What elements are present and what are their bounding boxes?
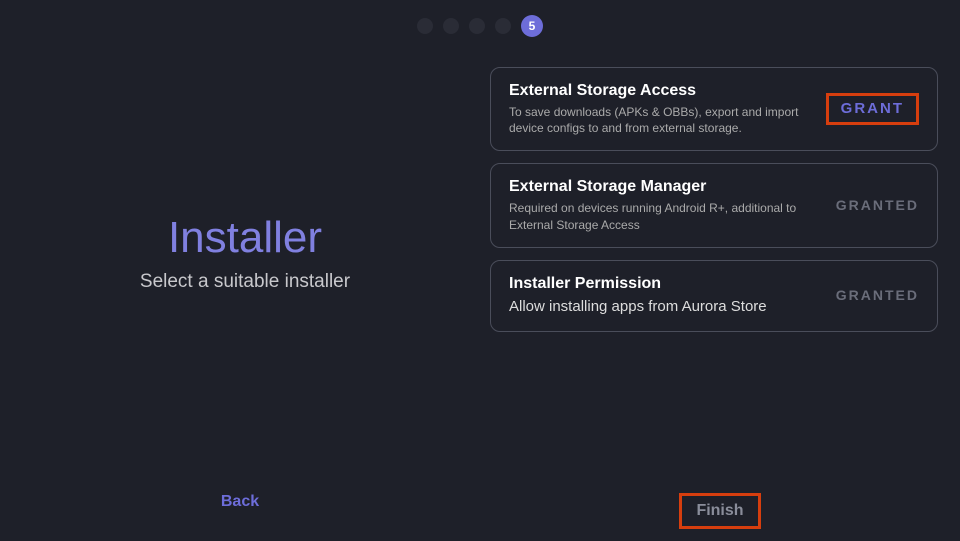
page-title: Installer <box>168 213 322 263</box>
granted-label: GRANTED <box>836 287 919 303</box>
permission-title: External Storage Access <box>509 82 816 100</box>
bottom-nav: Back Finish <box>0 493 960 529</box>
step-dot-2 <box>443 18 459 34</box>
stepper: 5 <box>0 0 960 37</box>
permission-desc: To save downloads (APKs & OBBs), export … <box>509 104 816 136</box>
permissions-panel: External Storage Access To save download… <box>490 67 960 478</box>
permission-desc: Allow installing apps from Aurora Store <box>509 297 826 317</box>
step-dot-1 <box>417 18 433 34</box>
permission-desc: Required on devices running Android R+, … <box>509 200 826 232</box>
highlight-box: Finish <box>679 493 760 529</box>
left-panel: Installer Select a suitable installer <box>0 67 490 478</box>
permission-card-installer-permission: Installer Permission Allow installing ap… <box>490 260 938 332</box>
back-button[interactable]: Back <box>221 493 259 529</box>
highlight-box: GRANT <box>826 93 919 125</box>
page-subtitle: Select a suitable installer <box>140 271 350 293</box>
permission-title: External Storage Manager <box>509 178 826 196</box>
permission-title: Installer Permission <box>509 275 826 293</box>
granted-label: GRANTED <box>836 197 919 213</box>
step-dot-5: 5 <box>521 15 543 37</box>
permission-card-external-storage-access: External Storage Access To save download… <box>490 67 938 151</box>
grant-button[interactable]: GRANT <box>837 94 908 123</box>
finish-button[interactable]: Finish <box>696 502 743 519</box>
permission-card-external-storage-manager: External Storage Manager Required on dev… <box>490 163 938 247</box>
step-dot-4 <box>495 18 511 34</box>
step-dot-3 <box>469 18 485 34</box>
